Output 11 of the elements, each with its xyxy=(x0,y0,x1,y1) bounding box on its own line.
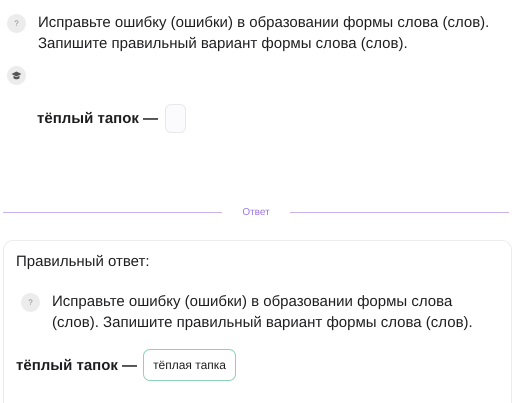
divider-label: Ответ xyxy=(242,207,270,218)
task-label: тёплый тапок — xyxy=(37,110,158,127)
help-icon[interactable]: ? xyxy=(21,293,40,312)
question-text: Исправьте ошибку (ошибки) в образовании формы слова (слов). Запишите правильный вариант формы слова (слов). xyxy=(38,13,490,54)
help-icon[interactable]: ? xyxy=(7,14,26,33)
graduation-cap-icon[interactable] xyxy=(7,66,26,85)
answer-field[interactable] xyxy=(165,104,186,133)
card-title: Правильный ответ: xyxy=(16,253,151,270)
question-text: Исправьте ошибку (ошибки) в образовании формы слова (слов). Запишите правильный вариант формы слова (слов). xyxy=(52,292,474,333)
answer-value: тёплая тапка xyxy=(143,349,236,381)
task-label: тёплый тапок — xyxy=(16,356,138,374)
